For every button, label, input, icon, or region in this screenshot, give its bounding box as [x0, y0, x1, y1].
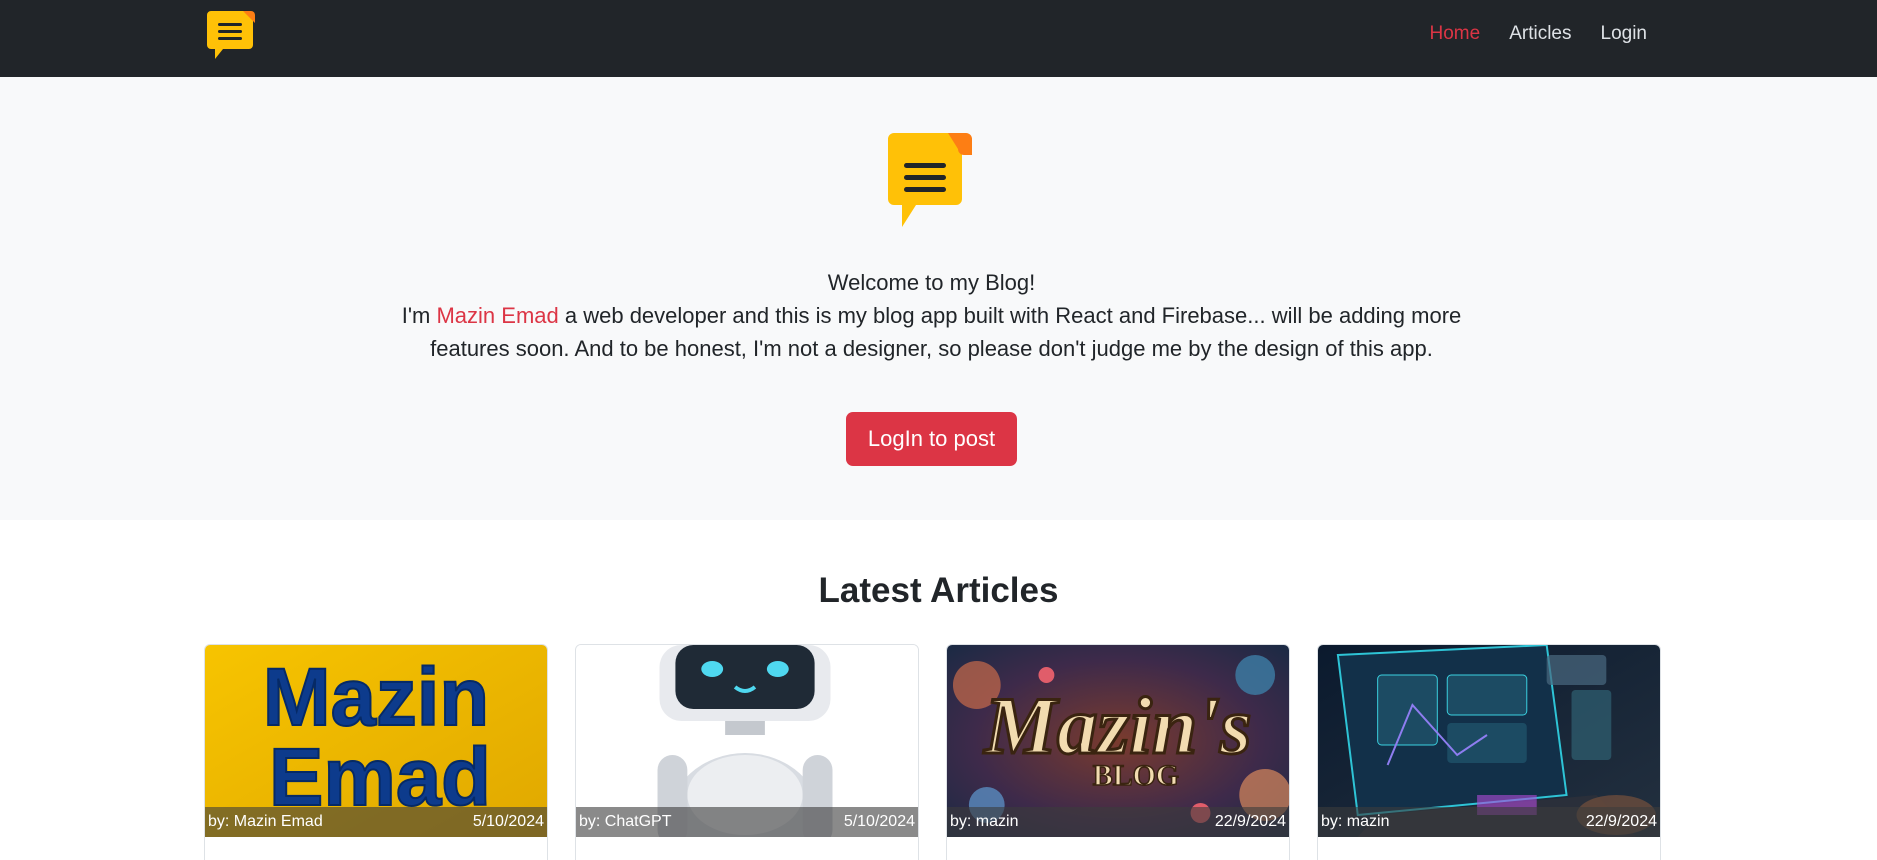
image-text-2: BLOG — [1093, 759, 1179, 792]
nav-link-login[interactable]: Login — [1601, 23, 1648, 45]
nav-links: Home Articles Login — [1430, 0, 1647, 68]
article-card[interactable]: by: ChatGPT 5/10/2024 — [575, 644, 919, 860]
card-meta: by: mazin 22/9/2024 — [1318, 807, 1660, 837]
card-author: by: Mazin Emad — [208, 813, 323, 830]
article-card[interactable]: Mazin's BLOG by: mazin 22/9/2024 — [946, 644, 1290, 860]
card-date: 22/9/2024 — [1214, 813, 1286, 830]
card-meta: by: ChatGPT 5/10/2024 — [576, 807, 918, 837]
card-date: 5/10/2024 — [472, 813, 544, 830]
login-to-post-button[interactable]: LogIn to post — [846, 412, 1017, 466]
hero-intro: Welcome to my Blog! I'm Mazin Emad a web… — [360, 266, 1503, 365]
card-meta: by: Mazin Emad 5/10/2024 — [205, 807, 547, 837]
card-author: by: mazin — [950, 813, 1019, 830]
card-date: 22/9/2024 — [1585, 813, 1657, 830]
welcome-heading: Welcome to my Blog! — [827, 270, 1036, 295]
nav-link-home[interactable]: Home — [1430, 23, 1481, 45]
card-meta: by: mazin 22/9/2024 — [947, 807, 1289, 837]
card-author: by: mazin — [1321, 813, 1390, 830]
note-icon — [888, 133, 972, 227]
author-name: Mazin Emad — [436, 303, 559, 328]
intro-before: I'm — [401, 303, 437, 328]
intro-paragraph: I'm Mazin Emad a web developer and this … — [360, 299, 1503, 365]
card-date: 5/10/2024 — [843, 813, 915, 830]
image-text-1: Mazin — [263, 652, 489, 743]
navbar: Home Articles Login — [0, 0, 1877, 77]
latest-articles-heading: Latest Articles — [818, 571, 1059, 610]
intro-after: a web developer and this is my blog app … — [430, 303, 1462, 361]
article-card[interactable]: Mazin Emad by: Mazin Emad 5/10/2024 — [204, 644, 548, 860]
note-logo-icon[interactable] — [205, 5, 257, 63]
card-author: by: ChatGPT — [579, 813, 672, 830]
image-text-1: Mazin's — [982, 680, 1251, 771]
hero-section: Welcome to my Blog! I'm Mazin Emad a web… — [0, 77, 1877, 520]
article-card[interactable]: by: mazin 22/9/2024 — [1317, 644, 1661, 860]
nav-link-articles[interactable]: Articles — [1509, 23, 1571, 45]
